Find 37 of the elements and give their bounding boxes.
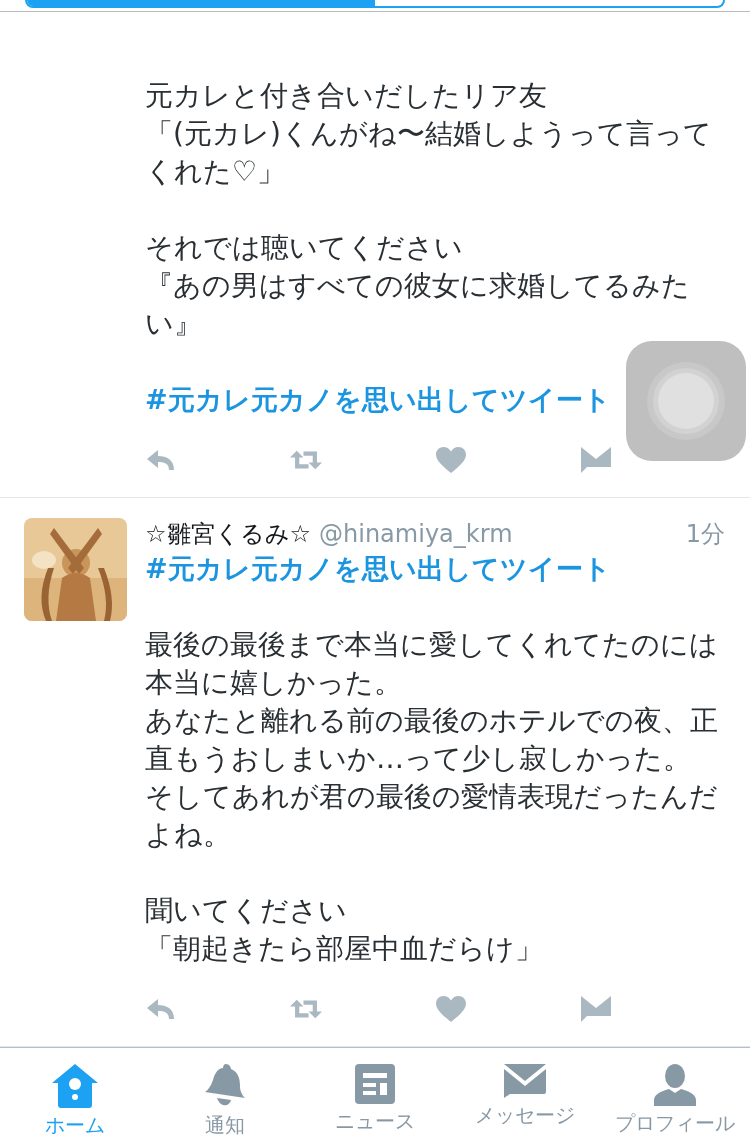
hashtag-link[interactable]: #元カレ元カノを思い出してツイート <box>145 550 611 588</box>
tab-bar-item[interactable]: ニュース <box>300 1048 450 1138</box>
tweet-text: 『あの男はすべての彼女に求婚してるみたい』 <box>145 268 691 342</box>
retweet-icon <box>290 448 322 472</box>
message-button[interactable] <box>580 446 612 474</box>
tab-bar-item[interactable]: メッセージ <box>450 1048 600 1138</box>
envelope-icon <box>581 996 611 1022</box>
tweet-text: あなたと離れる前の最後のホテルでの夜、正直もうおしまいか…って少し寂しかった。 <box>145 703 719 777</box>
tweet-text: 最後の最後まで本当に愛してくれてたのには本当に嬉しかった。 <box>145 627 719 701</box>
tweet-text: 「朝起きたら部屋中血だらけ」 <box>145 931 544 967</box>
heart-icon <box>436 447 466 473</box>
tweet-text: 元カレと付き合いだしたリア友 <box>145 78 548 114</box>
reply-icon <box>145 448 177 472</box>
author-name: ☆雛宮くるみ☆ <box>145 519 312 550</box>
tweet-text: 聞いてください <box>145 893 348 929</box>
tweet-text: そしてあれが君の最後の愛情表現だったんだよね。 <box>145 779 719 853</box>
birdhouse-icon <box>52 1064 98 1108</box>
news-icon <box>355 1064 395 1104</box>
hashtag-link[interactable]: #元カレ元カノを思い出してツイート <box>145 381 611 419</box>
like-button[interactable] <box>435 446 467 474</box>
like-button[interactable] <box>435 995 467 1023</box>
retweet-icon <box>290 997 322 1021</box>
message-button[interactable] <box>580 995 612 1023</box>
author-handle: @hinamiya_krm <box>319 519 513 550</box>
bell-icon <box>205 1064 245 1108</box>
tab-bar-item[interactable]: 通知 <box>150 1048 300 1138</box>
tweet-text: 「(元カレ)くんがね〜結婚しようって言ってくれた♡」 <box>145 116 713 190</box>
reply-icon <box>145 997 177 1021</box>
tweet-text: それでは聴いてください <box>145 230 464 266</box>
envelope-icon <box>581 447 611 473</box>
tweet-time: 1分 <box>685 519 725 550</box>
heart-icon <box>436 996 466 1022</box>
assistive-touch-button[interactable] <box>626 341 746 461</box>
tab-bar-item[interactable]: プロフィール <box>600 1048 750 1138</box>
envelope-icon <box>504 1064 546 1098</box>
person-icon <box>654 1064 696 1106</box>
tab-bar-item[interactable]: ホーム <box>0 1048 150 1138</box>
